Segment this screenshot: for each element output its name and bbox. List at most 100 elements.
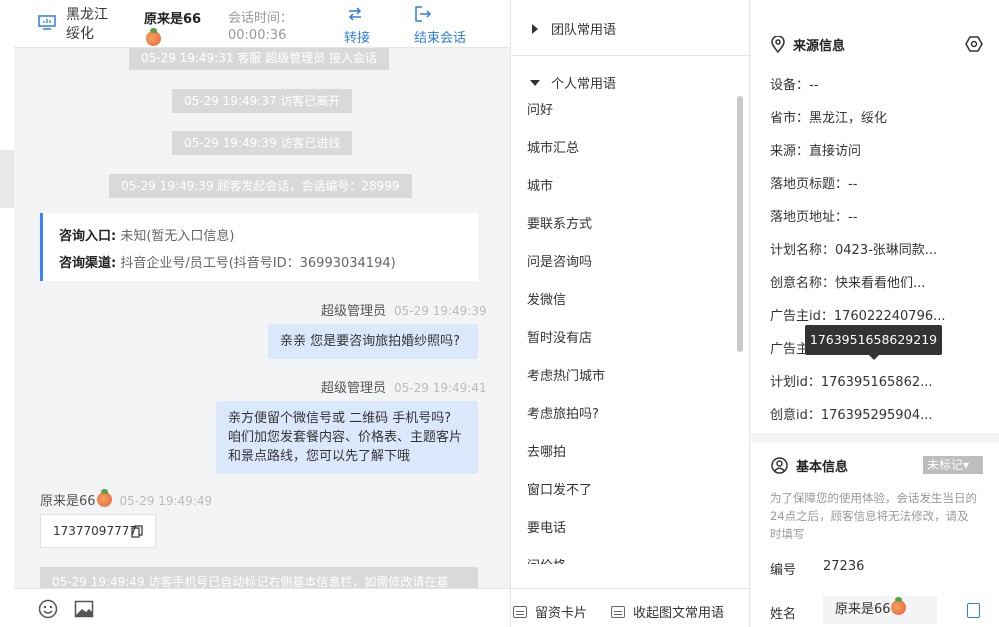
peach-emoji-icon	[96, 489, 112, 507]
phrase-item[interactable]: 去哪拍	[511, 434, 739, 472]
phrase-item[interactable]: 问价格	[511, 548, 739, 564]
bubble-line: 亲方便留个微信号或 二维码 手机号吗?	[228, 411, 452, 426]
name-input[interactable]: 原来是66	[823, 596, 937, 624]
team-phrases-group[interactable]: 团队常用语	[511, 10, 751, 46]
copy-icon[interactable]	[967, 603, 980, 618]
consult-channel-label: 咨询渠道:	[59, 256, 117, 271]
message-time: 05-29 19:49:49	[119, 494, 213, 508]
peach-emoji-icon	[146, 28, 161, 46]
message-time: 05-29 19:49:39	[394, 304, 487, 318]
plan-name-field[interactable]: 计划名称：0423-张琳同款...	[770, 239, 937, 258]
phrase-item[interactable]: 考虑热门城市	[511, 358, 739, 396]
number-value: 27236	[823, 559, 865, 574]
phrase-item[interactable]: 问是咨询吗	[511, 244, 739, 282]
phrase-list: 问好 城市汇总 城市 要联系方式 问是咨询吗 发微信 暂时没有店 考虑热门城市 …	[511, 92, 739, 564]
name-input-value: 原来是66	[835, 602, 891, 617]
source-info-title: 来源信息	[771, 35, 845, 54]
agent-sender: 超级管理员 05-29 19:49:39	[321, 300, 487, 319]
basic-info-note: 为了保障您的使用体验，会话发生当日的24点之后，顾客信息将无法修改，请及时填写	[770, 491, 977, 541]
phrase-item[interactable]: 要联系方式	[511, 206, 739, 244]
visitor-sender: 原来是66 05-29 19:49:49	[40, 489, 213, 509]
plan-id-field[interactable]: 计划id：176395165862...	[770, 371, 933, 390]
side-tab[interactable]	[0, 150, 14, 208]
collapse-phrases-label: 收起图文常用语	[633, 606, 725, 621]
advertiser-id-field[interactable]: 广告主id：176022240796...	[770, 305, 946, 324]
chat-toolbar	[14, 588, 510, 627]
team-phrases-label: 团队常用语	[551, 23, 617, 38]
system-message: 05-29 19:49:49 访客手机号已自动标记右侧基本信息栏，如需修改请在基	[40, 567, 478, 588]
copy-icon[interactable]	[131, 525, 143, 538]
visitor-region: 黑龙江绥化	[66, 7, 108, 42]
transfer-label: 转接	[344, 31, 371, 46]
basic-info-title: 基本信息	[771, 456, 848, 475]
creative-id-field[interactable]: 创意id：176395295904...	[770, 404, 933, 423]
app-root: 黑龙江绥化 原来是66 会话时间： 00:00:36 转接 结束会话 05-29…	[0, 0, 999, 627]
leave-card-label: 留资卡片	[535, 606, 588, 621]
session-time-value: 00:00:36	[228, 28, 287, 43]
consult-info-card: 咨询入口: 未知(暂无入口信息) 咨询渠道: 抖音企业号/员工号(抖音号ID：3…	[40, 213, 478, 281]
phrase-item[interactable]: 窗口发不了	[511, 472, 739, 510]
end-session-label: 结束会话	[414, 31, 467, 46]
visitor-name-text: 原来是66	[144, 12, 202, 27]
message-time: 05-29 19:49:41	[394, 381, 487, 395]
name-label: 姓名	[770, 607, 797, 622]
section-divider	[751, 433, 999, 443]
personal-phrases-label: 个人常用语	[551, 77, 617, 92]
consult-channel-row: 咨询渠道: 抖音企业号/员工号(抖音号ID：36993034194)	[59, 250, 462, 277]
card-icon	[513, 606, 527, 618]
card-icon	[611, 606, 625, 618]
system-message: 05-29 19:49:31 客服 超级管理员 接入会话	[129, 48, 390, 70]
visitor-phone-message[interactable]: 17377097777	[40, 514, 156, 548]
bubble-line: 咱们加您发套餐内容、价格表、主题客片	[228, 430, 463, 445]
emoji-icon[interactable]	[38, 599, 58, 619]
visitor-sender-name: 原来是66	[40, 494, 96, 509]
phrase-item[interactable]: 要电话	[511, 510, 739, 548]
mark-tag-dropdown[interactable]: 未标记▾	[923, 456, 983, 474]
caret-down-icon	[530, 80, 540, 86]
common-phrases-panel: 团队常用语 个人常用语 问好 城市汇总 城市 要联系方式 问是咨询吗 发微信 暂…	[510, 0, 751, 627]
monitor-icon	[38, 15, 56, 30]
basic-info-title-text: 基本信息	[796, 460, 849, 475]
agent-message-bubble: 亲方便留个微信号或 二维码 手机号吗? 咱们加您发套餐内容、价格表、主题客片 和…	[216, 401, 478, 474]
phrase-item[interactable]: 城市汇总	[511, 130, 739, 168]
creative-name-field[interactable]: 创意名称：快来看看他们...	[770, 272, 925, 291]
phrase-scrollbar[interactable]	[737, 96, 743, 352]
leave-card-button[interactable]: 留资卡片	[513, 602, 587, 621]
user-circle-icon	[771, 457, 788, 474]
left-edge	[0, 0, 14, 627]
end-session-button[interactable]: 结束会话	[414, 5, 466, 46]
consult-entry-label: 咨询入口:	[59, 229, 117, 244]
phrase-item[interactable]: 暂时没有店	[511, 320, 739, 358]
collapse-phrases-button[interactable]: 收起图文常用语	[611, 602, 724, 621]
transfer-button[interactable]: 转接	[344, 5, 370, 46]
divider	[511, 55, 751, 56]
source-info-title-text: 来源信息	[793, 39, 846, 54]
peach-emoji-icon	[890, 597, 906, 615]
landing-url-field: 落地页地址：--	[770, 210, 858, 225]
number-label: 编号	[770, 563, 797, 578]
message-list: 05-29 19:49:31 客服 超级管理员 接入会话 05-29 19:49…	[14, 48, 510, 588]
id-tooltip: 1763951658629219	[805, 325, 942, 360]
phrase-item[interactable]: 考虑旅拍吗?	[511, 396, 739, 434]
landing-title-field: 落地页标题：--	[770, 177, 858, 192]
consult-entry-row: 咨询入口: 未知(暂无入口信息)	[59, 223, 462, 250]
system-message: 05-29 19:49:39 访客已进线	[172, 131, 353, 155]
phrase-item[interactable]: 问好	[511, 92, 739, 130]
source-field: 来源：直接访问	[770, 144, 862, 159]
session-time-label: 会话时间：	[228, 11, 294, 26]
chat-panel: 黑龙江绥化 原来是66 会话时间： 00:00:36 转接 结束会话 05-29…	[0, 0, 510, 627]
settings-hex-icon[interactable]	[965, 35, 983, 53]
bubble-line: 和景点路线，您可以先了解下哦	[228, 449, 411, 464]
caret-right-icon	[532, 24, 538, 34]
location-icon	[771, 35, 785, 54]
consult-entry-value: 未知(暂无入口信息)	[120, 229, 235, 244]
image-icon[interactable]	[74, 599, 94, 619]
agent-message-bubble: 亲亲 您是要咨询旅拍婚纱照吗?	[268, 324, 478, 359]
transfer-icon	[348, 7, 362, 21]
visitor-name: 原来是66	[144, 8, 202, 46]
phrases-toolbar: 留资卡片 收起图文常用语	[511, 588, 751, 627]
phrase-item[interactable]: 城市	[511, 168, 739, 206]
phrase-item[interactable]: 发微信	[511, 282, 739, 320]
device-field: 设备：--	[770, 78, 819, 93]
consult-channel-value: 抖音企业号/员工号(抖音号ID：36993034194)	[120, 256, 396, 271]
